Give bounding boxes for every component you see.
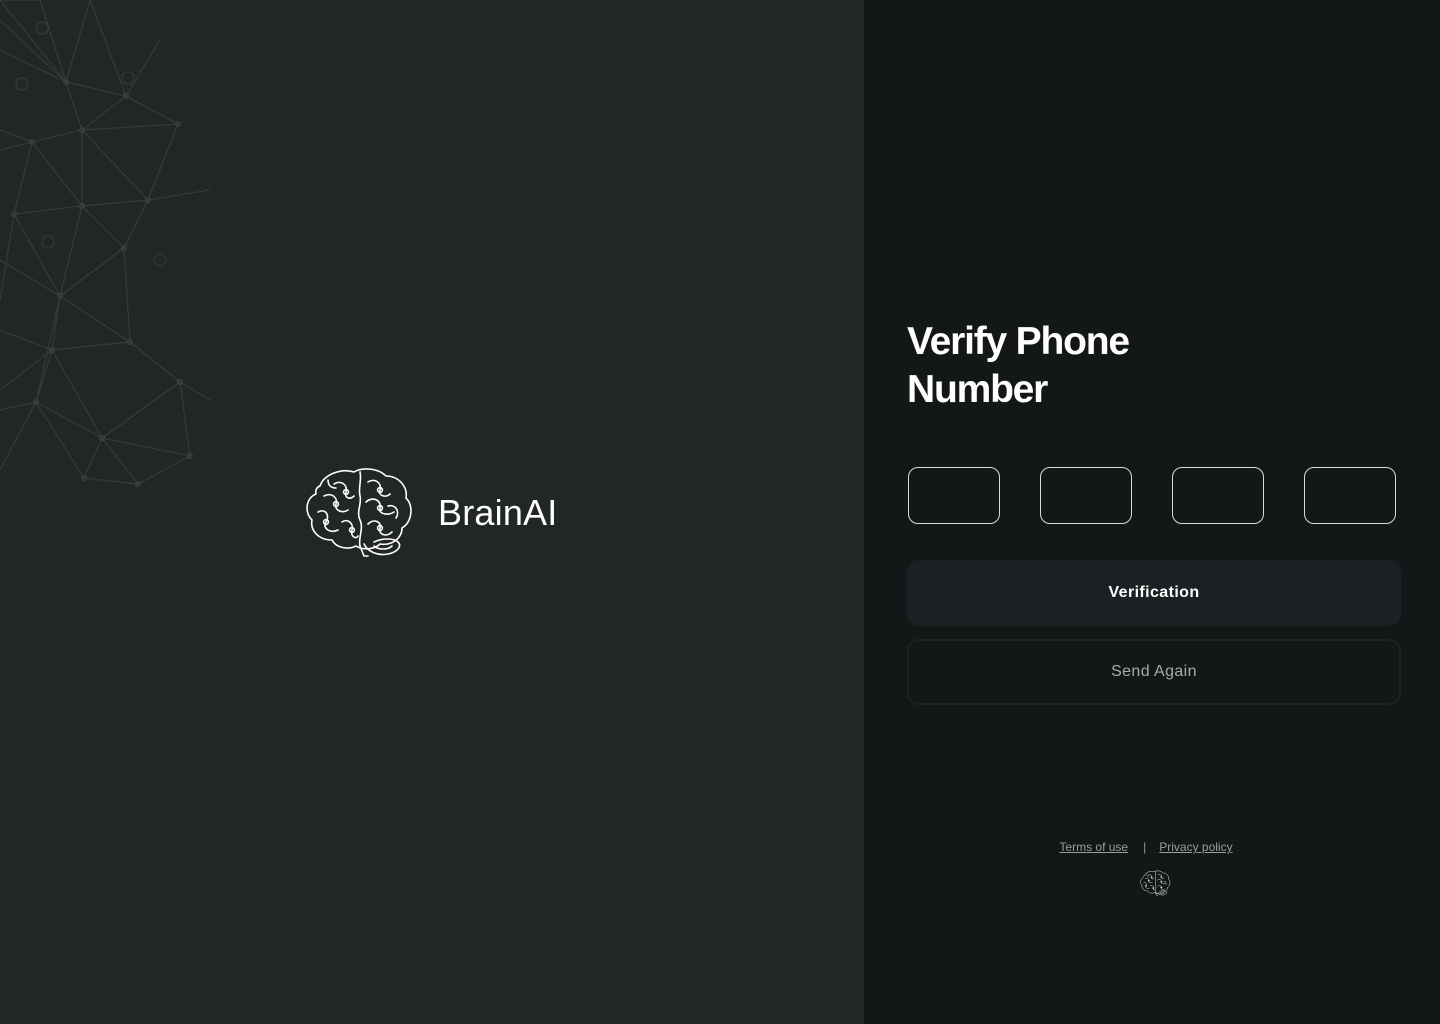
footer: Terms of use | Privacy policy [864, 840, 1440, 896]
footer-links: Terms of use | Privacy policy [1059, 840, 1232, 854]
code-digit-4-input[interactable] [1304, 467, 1396, 524]
code-digit-1-input[interactable] [908, 467, 1000, 524]
brand-name: BrainAI [438, 492, 558, 533]
brain-icon [1139, 870, 1171, 896]
terms-of-use-link[interactable]: Terms of use [1059, 840, 1128, 854]
verify-panel: Verify Phone Number Verification Send Ag… [864, 0, 1440, 1024]
network-pattern-decoration [0, 0, 210, 487]
send-again-button[interactable]: Send Again [907, 639, 1401, 705]
verification-code-inputs [908, 467, 1396, 524]
privacy-policy-link[interactable]: Privacy policy [1159, 840, 1232, 854]
footer-separator: | [1143, 840, 1147, 854]
verify-phone-screen: BrainAI Verify Phone Number Verification… [0, 0, 1440, 1024]
brand-panel: BrainAI [0, 0, 864, 1024]
brand-lockup: BrainAI [302, 466, 557, 558]
verification-button[interactable]: Verification [907, 560, 1401, 626]
brain-icon [302, 466, 414, 558]
code-digit-3-input[interactable] [1172, 467, 1264, 524]
code-digit-2-input[interactable] [1040, 467, 1132, 524]
page-title: Verify Phone Number [907, 320, 1130, 411]
